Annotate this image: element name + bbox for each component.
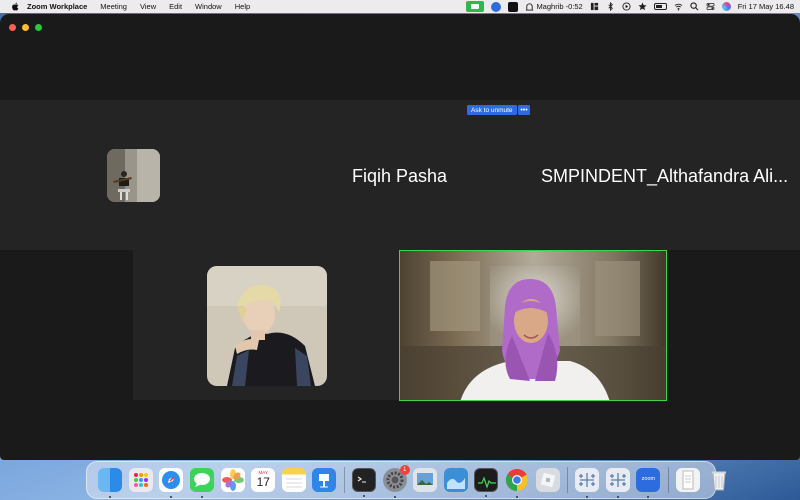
- running-indicator: [170, 496, 173, 498]
- avatar-photo-person: [207, 266, 327, 386]
- minimize-window-button[interactable]: [22, 24, 29, 31]
- dock-separator: [667, 467, 669, 493]
- podium-icon: [319, 474, 330, 488]
- flower-icon: [221, 469, 244, 491]
- image-capture-icon[interactable]: [443, 468, 468, 492]
- active-speaker-video[interactable]: [399, 250, 667, 401]
- notes-lines-icon: [285, 478, 302, 488]
- battery-icon[interactable]: [653, 3, 667, 10]
- siri-icon[interactable]: [721, 2, 731, 11]
- running-indicator: [485, 495, 488, 497]
- activity-monitor-icon[interactable]: [474, 468, 499, 497]
- running-indicator: [647, 496, 650, 498]
- stack-icon[interactable]: [590, 2, 599, 11]
- control-center-icon[interactable]: [706, 2, 715, 11]
- running-indicator: [109, 496, 112, 498]
- avatar-photo-guitarist: [107, 149, 160, 202]
- tableau-reader-icon[interactable]: [605, 468, 630, 498]
- participant-name: SMPINDENT_Althafandra Ali...: [541, 166, 789, 186]
- dock: MAY 17 1 zoom: [86, 461, 726, 499]
- prayer-time[interactable]: Maghrib -0:52: [525, 2, 583, 11]
- calendar-day: 17: [256, 475, 270, 489]
- compass-icon: [162, 471, 181, 489]
- menu-window[interactable]: Window: [195, 2, 222, 11]
- menu-edit[interactable]: Edit: [169, 2, 182, 11]
- system-settings-icon[interactable]: 1: [382, 465, 410, 498]
- participant-avatar: [107, 149, 160, 202]
- app-menubar-icon[interactable]: [508, 1, 519, 12]
- menu-view[interactable]: View: [140, 2, 156, 11]
- prayer-time-label: Maghrib -0:52: [536, 2, 583, 11]
- pulse-graph-icon: [478, 476, 497, 489]
- dock-separator: [566, 467, 568, 493]
- search-icon[interactable]: [690, 2, 699, 11]
- play-circle-icon[interactable]: [622, 2, 631, 11]
- chat-bubble-icon: [194, 473, 211, 487]
- tableau-icon[interactable]: [575, 468, 600, 498]
- tilted-square-icon: [540, 472, 555, 488]
- chrome-icon[interactable]: [505, 468, 529, 498]
- window-controls: [9, 24, 42, 31]
- video-feed: [400, 251, 666, 400]
- running-indicator: [363, 495, 366, 497]
- notes-icon[interactable]: [281, 468, 306, 492]
- participant-name: Fiqih Pasha: [352, 166, 448, 186]
- mosque-icon: [526, 3, 534, 11]
- trash-icon[interactable]: [707, 468, 731, 492]
- dock-separator: [343, 467, 345, 493]
- close-window-button[interactable]: [9, 24, 16, 31]
- menu-meeting[interactable]: Meeting: [100, 2, 127, 11]
- zoom-dock-label: zoom: [641, 476, 656, 482]
- running-indicator: [586, 496, 589, 498]
- trash-can-icon: [711, 471, 726, 491]
- messages-icon[interactable]: [190, 468, 215, 498]
- running-indicator: [516, 496, 519, 498]
- notification-badge: 1: [399, 465, 410, 475]
- wifi-icon[interactable]: [674, 2, 683, 11]
- apple-icon[interactable]: [11, 2, 19, 11]
- running-indicator: [393, 496, 396, 498]
- photos-icon[interactable]: [220, 468, 245, 492]
- bluetooth-icon[interactable]: [606, 2, 615, 11]
- menu-help[interactable]: Help: [235, 2, 250, 11]
- more-options-button[interactable]: •••: [518, 105, 530, 115]
- launchpad-icon[interactable]: [128, 468, 153, 492]
- keynote-icon[interactable]: [312, 468, 337, 492]
- zoom-app-icon[interactable]: zoom: [636, 468, 661, 498]
- terminal-icon[interactable]: [352, 468, 377, 497]
- fullscreen-window-button[interactable]: [35, 24, 42, 31]
- preview-icon[interactable]: [413, 468, 438, 492]
- chrome-logo-icon: [506, 469, 529, 491]
- participant-avatar: [207, 266, 327, 386]
- running-indicator: [616, 496, 619, 498]
- plus-cluster-icon: [609, 473, 626, 487]
- menu-bar: Zoom Workplace Meeting View Edit Window …: [0, 0, 800, 13]
- document-icon: [682, 470, 694, 490]
- zoom-meeting-window: Fiqih Pasha SMPINDENT_Althafandra Ali...…: [0, 14, 800, 460]
- finder-icon[interactable]: [98, 468, 123, 498]
- menubar-clock[interactable]: Fri 17 May 16.48: [738, 2, 794, 11]
- launchpad-grid-icon: [133, 473, 148, 487]
- zoom-menubar-icon[interactable]: [491, 1, 502, 12]
- zoom-video-status-icon[interactable]: [466, 1, 485, 12]
- calendar-icon[interactable]: MAY 17: [251, 468, 276, 492]
- star-icon[interactable]: [638, 2, 647, 11]
- plus-cluster-icon: [579, 473, 596, 487]
- running-indicator: [201, 496, 204, 498]
- safari-icon[interactable]: [159, 468, 184, 498]
- downloads-stack-icon[interactable]: [675, 468, 700, 492]
- menu-app-name[interactable]: Zoom Workplace: [27, 2, 87, 11]
- image-preview-icon: [417, 473, 434, 485]
- prompt-icon: [357, 476, 367, 483]
- wave-image-icon: [446, 478, 465, 489]
- ask-to-unmute-button[interactable]: Ask to unmute: [467, 105, 517, 115]
- roblox-icon[interactable]: [535, 468, 560, 492]
